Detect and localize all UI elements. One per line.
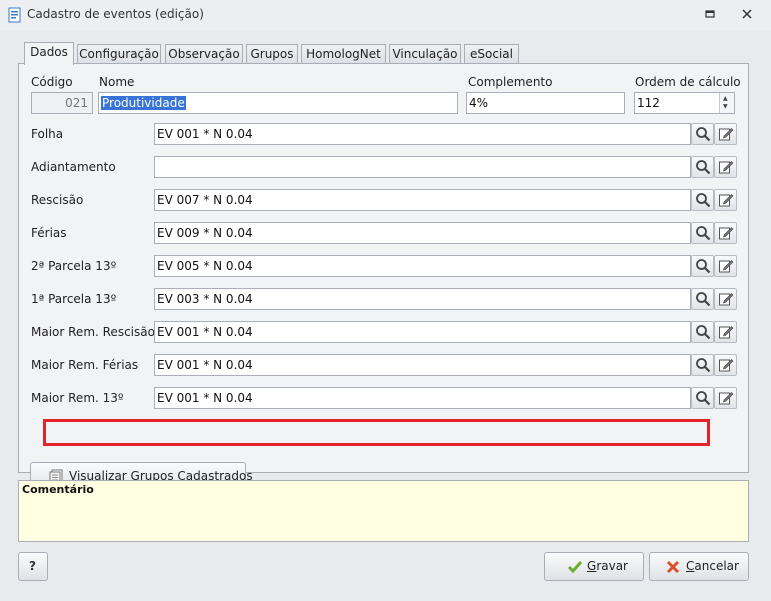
search-icon (696, 292, 711, 307)
formula-row-label: 1ª Parcela 13º (31, 292, 117, 306)
formula-row-label: 2ª Parcela 13º (31, 259, 117, 273)
gravar-button[interactable]: Gravar (544, 552, 644, 581)
comment-area[interactable]: Comentário (18, 480, 749, 542)
search-icon (696, 325, 711, 340)
edit-icon (719, 359, 734, 372)
search-icon (696, 391, 711, 406)
formula-row-label: Folha (31, 127, 64, 141)
ordem-label: Ordem de cálculo (635, 75, 741, 89)
tab-grupos[interactable]: Grupos (246, 44, 298, 64)
formula-row-label: Maior Rem. 13º (31, 391, 124, 405)
formula-row-label: Adiantamento (31, 160, 116, 174)
search-button[interactable] (691, 354, 714, 376)
formula-value: EV 009 * N 0.04 (157, 226, 253, 240)
cancelar-button[interactable]: Cancelar (649, 552, 749, 581)
window-title: Cadastro de eventos (edição) (27, 7, 204, 21)
formula-field[interactable]: EV 001 * N 0.04 (154, 354, 691, 376)
search-icon (696, 226, 711, 241)
formula-value: EV 001 * N 0.04 (157, 127, 253, 141)
edit-icon (719, 128, 734, 141)
search-button[interactable] (691, 222, 714, 244)
search-button[interactable] (691, 156, 714, 178)
title-bar: Cadastro de eventos (edição) (0, 0, 771, 30)
edit-button[interactable] (714, 156, 737, 178)
tab-dados[interactable]: Dados (24, 42, 74, 65)
formula-value: EV 007 * N 0.04 (157, 193, 253, 207)
close-window-icon[interactable] (740, 7, 754, 21)
edit-button[interactable] (714, 222, 737, 244)
tab-esocial[interactable]: eSocial (464, 44, 519, 64)
edit-icon (719, 161, 734, 174)
restore-icon[interactable] (703, 7, 717, 21)
search-button[interactable] (691, 123, 714, 145)
edit-button[interactable] (714, 354, 737, 376)
codigo-label: Código (31, 75, 73, 89)
formula-row-label: Maior Rem. Férias (31, 358, 139, 372)
edit-button[interactable] (714, 255, 737, 277)
codigo-field: 021 (31, 92, 93, 114)
edit-button[interactable] (714, 288, 737, 310)
formula-row-label: Rescisão (31, 193, 84, 207)
formula-row-label: Férias (31, 226, 67, 240)
edit-button[interactable] (714, 189, 737, 211)
close-icon (666, 560, 680, 574)
edit-button[interactable] (714, 387, 737, 409)
cancelar-label: Cancelar (686, 559, 739, 573)
nome-field[interactable]: Produtividade (98, 92, 458, 114)
formula-value: EV 005 * N 0.04 (157, 259, 253, 273)
edit-icon (719, 194, 734, 207)
help-button[interactable]: ? (18, 552, 48, 581)
search-icon (696, 193, 711, 208)
check-icon (567, 561, 583, 574)
edit-icon (719, 260, 734, 273)
search-icon (696, 259, 711, 274)
formula-row-label: Maior Rem. Rescisão (31, 325, 155, 339)
search-button[interactable] (691, 387, 714, 409)
formula-value: EV 001 * N 0.04 (157, 391, 253, 405)
gravar-label: Gravar (587, 559, 628, 573)
edit-icon (719, 293, 734, 306)
complemento-field[interactable]: 4% (466, 92, 625, 114)
comment-label: Comentário (22, 483, 94, 496)
tab-vinculacao[interactable]: Vinculação (389, 44, 461, 64)
search-button[interactable] (691, 189, 714, 211)
window-body: Dados Configuração Observação Grupos Hom… (0, 30, 771, 601)
search-icon (696, 160, 711, 175)
edit-icon (719, 227, 734, 240)
edit-button[interactable] (714, 123, 737, 145)
ordem-field[interactable]: 112 ▲ ▼ (634, 92, 735, 114)
formula-field[interactable]: EV 001 * N 0.04 (154, 387, 691, 409)
complemento-label: Complemento (468, 75, 553, 89)
app-icon (8, 7, 21, 23)
search-icon (696, 127, 711, 142)
help-icon: ? (29, 559, 36, 573)
formula-field[interactable]: EV 003 * N 0.04 (154, 288, 691, 310)
nome-value: Produtividade (101, 96, 186, 110)
formula-value: EV 001 * N 0.04 (157, 325, 253, 339)
tab-homolognet[interactable]: HomologNet (301, 44, 386, 64)
tab-observacao[interactable]: Observação (165, 44, 243, 64)
highlight-box (43, 419, 710, 446)
formula-field[interactable]: EV 001 * N 0.04 (154, 123, 691, 145)
ordem-spinner[interactable]: ▲ ▼ (719, 93, 734, 113)
formula-field[interactable]: EV 005 * N 0.04 (154, 255, 691, 277)
search-button[interactable] (691, 321, 714, 343)
dados-panel: Código Nome Complemento Ordem de cálculo… (18, 63, 749, 491)
formula-value: EV 001 * N 0.04 (157, 358, 253, 372)
edit-icon (719, 326, 734, 339)
search-button[interactable] (691, 288, 714, 310)
tab-configuracao[interactable]: Configuração (77, 44, 161, 64)
formula-field[interactable]: EV 007 * N 0.04 (154, 189, 691, 211)
edit-button[interactable] (714, 321, 737, 343)
edit-icon (719, 392, 734, 405)
formula-field[interactable] (154, 156, 691, 178)
search-button[interactable] (691, 255, 714, 277)
nome-label: Nome (99, 75, 135, 89)
formula-field[interactable]: EV 009 * N 0.04 (154, 222, 691, 244)
formula-value: EV 003 * N 0.04 (157, 292, 253, 306)
formula-field[interactable]: EV 001 * N 0.04 (154, 321, 691, 343)
search-icon (696, 358, 711, 373)
